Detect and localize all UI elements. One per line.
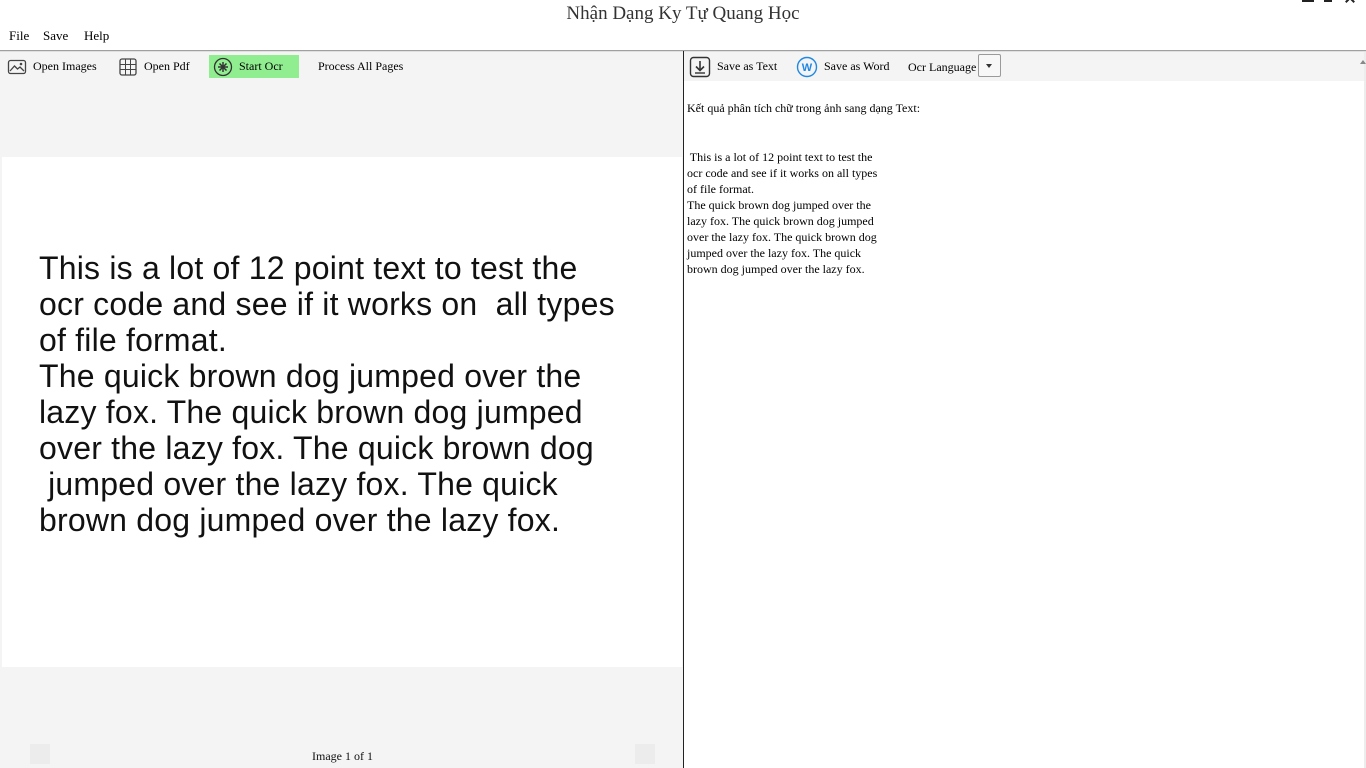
maximize-icon[interactable]: [1324, 0, 1332, 2]
process-all-pages-label: Process All Pages: [318, 59, 404, 73]
result-heading: Kết quả phân tích chữ trong ảnh sang dạn…: [687, 101, 921, 115]
minimize-icon[interactable]: [1302, 0, 1314, 2]
result-toolbar: [684, 52, 1364, 81]
image-text-line: of file format.: [39, 322, 227, 358]
result-line: ocr code and see if it works on all type…: [687, 166, 878, 180]
image-text-line: The quick brown dog jumped over the: [39, 358, 582, 394]
image-panel: Open Images Open Pdf Start Ocr Process A…: [0, 52, 683, 768]
result-line: brown dog jumped over the lazy fox.: [687, 262, 865, 276]
menu-help[interactable]: Help: [84, 28, 109, 44]
open-images-label: Open Images: [33, 59, 97, 73]
save-as-text-button[interactable]: Save as Text: [689, 55, 777, 78]
previous-page-button[interactable]: [30, 744, 50, 764]
save-as-word-label: Save as Word: [824, 59, 890, 73]
save-as-word-button[interactable]: W Save as Word: [796, 55, 889, 78]
ocr-language-label: Ocr Language: [908, 60, 977, 74]
image-text-line: ocr code and see if it works on all type…: [39, 286, 615, 322]
download-icon: [689, 56, 711, 78]
word-icon: W: [796, 56, 818, 78]
window-title: Nhận Dạng Ky Tự Quang Học: [566, 3, 800, 24]
image-preview[interactable]: This is a lot of 12 point text to test t…: [2, 157, 682, 667]
save-as-text-label: Save as Text: [717, 59, 778, 73]
result-line: over the lazy fox. The quick brown dog: [687, 230, 877, 244]
title-bar: Nhận Dạng Ky Tự Quang Học: [0, 0, 1366, 28]
menu-save[interactable]: Save: [43, 28, 68, 44]
scroll-up-icon[interactable]: [1360, 60, 1366, 64]
window-controls: [1296, 0, 1366, 4]
image-icon: [7, 57, 27, 77]
menu-file[interactable]: File: [9, 28, 29, 44]
ocr-scan-icon: [213, 57, 233, 77]
result-line: This is a lot of 12 point text to test t…: [687, 150, 873, 164]
result-line: of file format.: [687, 182, 754, 196]
svg-text:W: W: [802, 62, 813, 74]
ocr-language-dropdown[interactable]: [978, 54, 1001, 77]
image-text-line: brown dog jumped over the lazy fox.: [39, 502, 561, 538]
menu-bar: File Save Help: [0, 26, 1366, 50]
checkbox-icon: [304, 61, 312, 73]
result-line: jumped over the lazy fox. The quick: [687, 246, 862, 260]
image-text-line: jumped over the lazy fox. The quick: [39, 466, 558, 502]
result-line: lazy fox. The quick brown dog jumped: [687, 214, 874, 228]
scanned-text-image: This is a lot of 12 point text to test t…: [39, 250, 615, 538]
chevron-down-icon: [986, 64, 992, 68]
result-panel: Save as Text W Save as Word Ocr Language…: [684, 52, 1364, 768]
image-text-line: This is a lot of 12 point text to test t…: [39, 250, 578, 286]
page-indicator: Image 1 of 1: [312, 749, 373, 763]
pdf-grid-icon: [118, 57, 138, 77]
result-line: The quick brown dog jumped over the: [687, 198, 871, 212]
open-images-button[interactable]: Open Images: [7, 55, 97, 78]
image-text-line: lazy fox. The quick brown dog jumped: [39, 394, 583, 430]
start-ocr-label: Start Ocr: [239, 59, 283, 73]
process-all-pages-checkbox[interactable]: Process All Pages: [304, 55, 403, 78]
start-ocr-button[interactable]: Start Ocr: [209, 55, 299, 78]
open-pdf-label: Open Pdf: [144, 59, 190, 73]
ocr-result-textbox[interactable]: This is a lot of 12 point text to test t…: [687, 149, 887, 277]
open-pdf-button[interactable]: Open Pdf: [118, 55, 190, 78]
image-text-line: over the lazy fox. The quick brown dog: [39, 430, 594, 466]
close-icon[interactable]: [1344, 0, 1356, 2]
next-page-button[interactable]: [635, 744, 655, 764]
